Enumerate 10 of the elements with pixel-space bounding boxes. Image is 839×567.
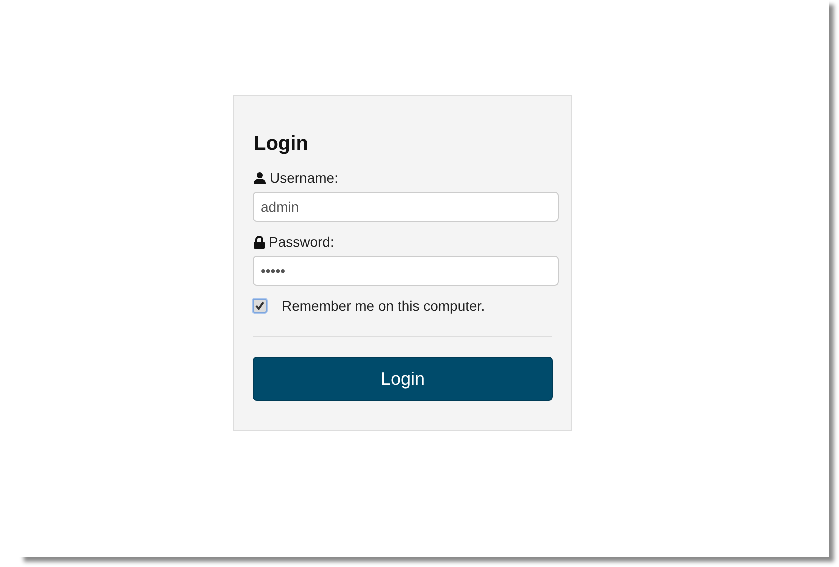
input-field[interactable]: admin [253,192,559,222]
login-button[interactable]: Login [253,357,553,401]
form-title: Login [254,132,310,156]
checkbox[interactable] [253,299,267,313]
input-field[interactable]: ••••• [253,256,559,286]
user-icon [254,172,266,184]
field-label: Username: [270,170,338,186]
lock-icon [254,236,265,248]
checkbox-label: Remember me on this computer. [282,298,486,314]
field-label: Password: [269,234,334,250]
